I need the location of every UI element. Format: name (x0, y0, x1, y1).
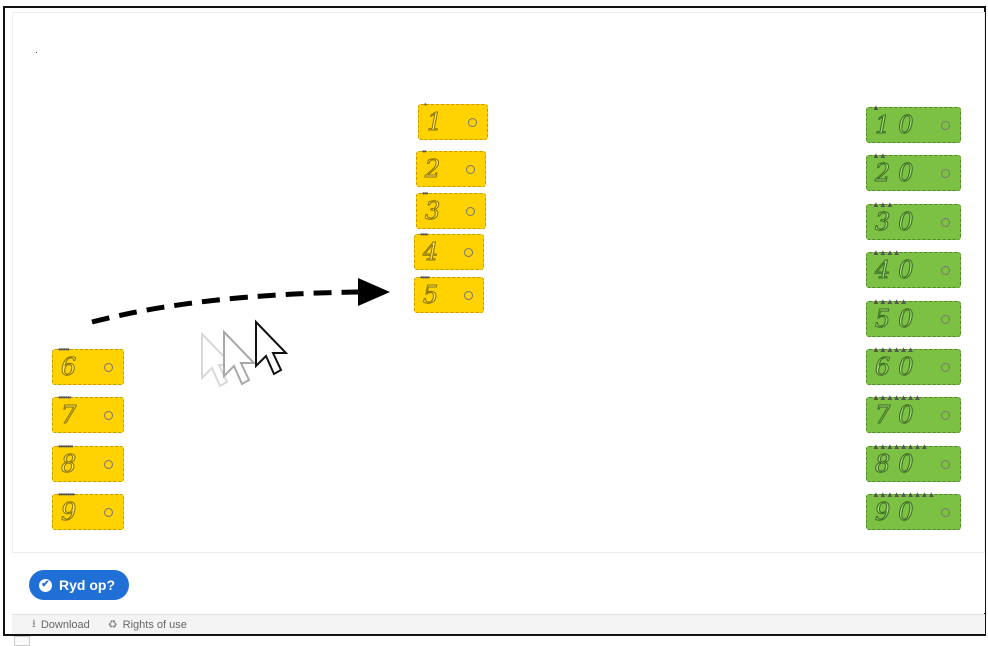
circle-icon (941, 266, 950, 275)
circle-icon (941, 411, 950, 420)
number-card-2[interactable]: •• 2 (416, 147, 486, 187)
card-number: 2 (424, 155, 449, 183)
card-number: 30 (875, 208, 922, 236)
stage-dot: . (35, 45, 38, 56)
card-number: 80 (875, 450, 922, 478)
quantity-dots: ▲▲▲▲▲▲▲▲ (872, 442, 928, 451)
number-card-40[interactable]: ▲▲▲▲ 40 (866, 248, 961, 288)
quantity-dots: ••• (422, 189, 428, 198)
number-card-20[interactable]: ▲▲ 20 (866, 151, 961, 191)
quantity-dots: •••••• (58, 345, 70, 354)
number-card-3[interactable]: ••• 3 (416, 189, 486, 229)
rights-label: Rights of use (122, 618, 187, 631)
rights-of-use-link[interactable]: ♻ Rights of use (107, 618, 187, 632)
corner-widget (14, 636, 30, 646)
circle-icon (941, 363, 950, 372)
quantity-dots: ▲▲▲▲▲ (872, 297, 908, 306)
card-number: 8 (60, 450, 85, 478)
quantity-dots: ▲▲▲▲▲▲▲▲▲ (872, 490, 935, 499)
handshake-icon: ♻ (107, 619, 118, 631)
circle-icon (466, 207, 475, 216)
card-number: 90 (875, 498, 922, 526)
number-card-60[interactable]: ▲▲▲▲▲▲ 60 (866, 345, 961, 385)
circle-icon (941, 121, 950, 130)
quantity-dots: •••• (420, 230, 428, 239)
ryd-op-button[interactable]: ✔ Ryd op? (29, 570, 129, 600)
card-number: 1 (426, 108, 451, 136)
circle-icon (468, 118, 477, 127)
quantity-dots: ▲▲▲ (872, 200, 894, 209)
number-card-10[interactable]: ▲ 10 (866, 103, 961, 143)
number-card-50[interactable]: ▲▲▲▲▲ 50 (866, 297, 961, 337)
ryd-op-label: Ryd op? (59, 577, 115, 593)
circle-icon (104, 508, 113, 517)
circle-icon (104, 460, 113, 469)
card-number: 4 (422, 238, 447, 266)
circle-icon (941, 169, 950, 178)
quantity-dots: •• (422, 147, 427, 156)
number-card-4[interactable]: •••• 4 (414, 230, 484, 270)
download-label: Download (40, 618, 90, 631)
quantity-dots: ••••••• (58, 393, 72, 402)
card-number: 3 (424, 197, 449, 225)
card-number: 9 (60, 498, 85, 526)
card-number: 7 (60, 401, 85, 429)
card-number: 5 (422, 281, 447, 309)
card-number: 6 (60, 353, 85, 381)
number-card-1[interactable]: • 1 (418, 100, 488, 140)
quantity-dots: ▲▲▲▲ (872, 248, 901, 257)
card-number: 60 (875, 353, 922, 381)
circle-icon (941, 460, 950, 469)
number-card-70[interactable]: ▲▲▲▲▲▲▲ 70 (866, 393, 961, 433)
action-bar: ✔ Ryd op? (12, 553, 985, 613)
number-card-8[interactable]: •••••••• 8 (52, 442, 124, 482)
number-card-6[interactable]: •••••• 6 (52, 345, 124, 385)
mouse-cursor-icon (255, 319, 289, 376)
card-number: 50 (875, 305, 922, 333)
number-card-7[interactable]: ••••••• 7 (52, 393, 124, 433)
quantity-dots: ••••• (420, 273, 430, 282)
download-link[interactable]: ⭳ Download (32, 615, 90, 634)
circle-icon (464, 248, 473, 257)
circle-icon (941, 508, 950, 517)
number-card-80[interactable]: ▲▲▲▲▲▲▲▲ 80 (866, 442, 961, 482)
cursor-trail (201, 319, 289, 388)
number-card-9[interactable]: ••••••••• 9 (52, 490, 124, 530)
number-card-90[interactable]: ▲▲▲▲▲▲▲▲▲ 90 (866, 490, 961, 530)
quantity-dots: ▲ (872, 103, 880, 112)
quantity-dots: ••••••••• (58, 490, 75, 499)
circle-icon (464, 291, 473, 300)
quantity-dots: •••••••• (58, 442, 73, 451)
number-card-30[interactable]: ▲▲▲ 30 (866, 200, 961, 240)
card-number: 20 (875, 159, 922, 187)
number-card-5[interactable]: ••••• 5 (414, 273, 484, 313)
check-circle-icon: ✔ (39, 578, 52, 592)
download-icon: ⭳ (32, 618, 36, 630)
circle-icon (104, 363, 113, 372)
circle-icon (104, 411, 113, 420)
quantity-dots: • (424, 100, 427, 109)
mouse-cursor-icon (223, 329, 257, 386)
card-number: 70 (875, 401, 922, 429)
card-number: 40 (875, 256, 922, 284)
footer-bar: ⭳ Download ♻ Rights of use (12, 614, 985, 634)
circle-icon (941, 315, 950, 324)
quantity-dots: ▲▲▲▲▲▲▲ (872, 393, 921, 402)
circle-icon (941, 218, 950, 227)
circle-icon (466, 165, 475, 174)
card-number: 10 (875, 111, 922, 139)
quantity-dots: ▲▲ (872, 151, 887, 160)
quantity-dots: ▲▲▲▲▲▲ (872, 345, 915, 354)
